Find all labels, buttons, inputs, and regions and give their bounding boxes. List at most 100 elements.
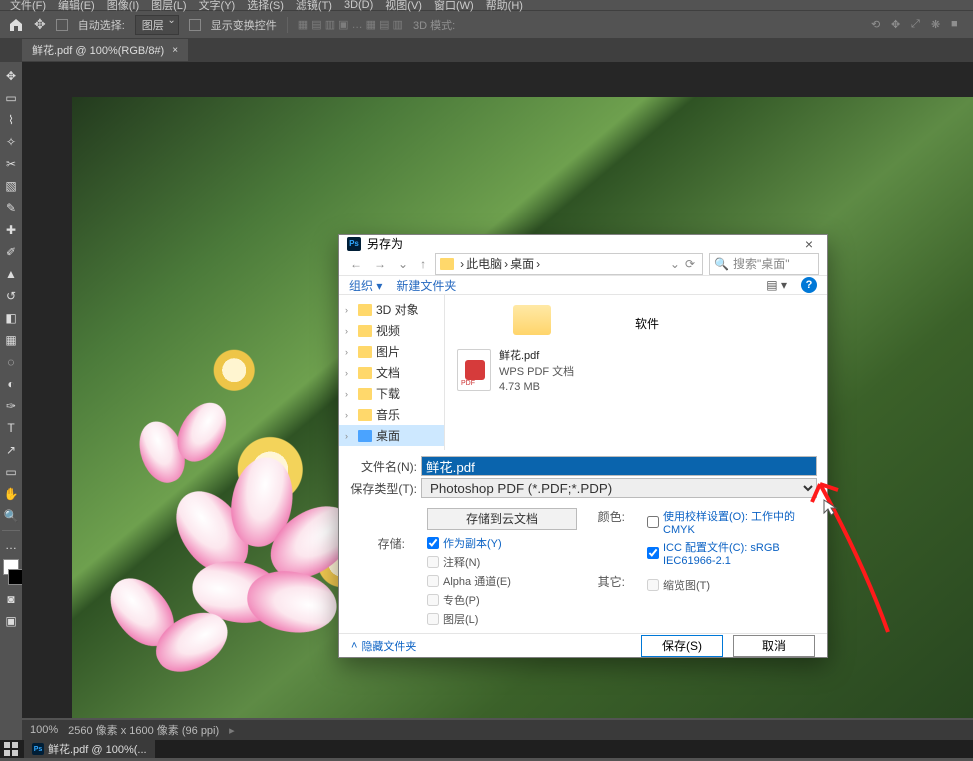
folder-icon <box>358 430 372 442</box>
tree-item-documents[interactable]: ›文档 <box>339 362 444 383</box>
eraser-tool-icon[interactable]: ◧ <box>1 308 21 328</box>
folder-name: 软件 <box>635 315 659 332</box>
folder-icon <box>358 346 372 358</box>
menu-window[interactable]: 窗口(W) <box>434 0 474 13</box>
frame-tool-icon[interactable]: ▧ <box>1 176 21 196</box>
marquee-tool-icon[interactable]: ▭ <box>1 88 21 108</box>
brush-tool-icon[interactable]: ✐ <box>1 242 21 262</box>
pen-tool-icon[interactable]: ✑ <box>1 396 21 416</box>
layers-checkbox <box>427 613 439 625</box>
document-tab[interactable]: 鲜花.pdf @ 100%(RGB/8#) × <box>22 39 188 61</box>
screenmode-icon[interactable]: ▣ <box>1 611 21 631</box>
crop-tool-icon[interactable]: ✂ <box>1 154 21 174</box>
folder-tree: ›3D 对象 ›视频 ›图片 ›文档 ›下载 ›音乐 ›桌面 <box>339 295 445 450</box>
move-tool-icon[interactable]: ✥ <box>34 16 46 33</box>
menu-bar: 文件(F) 编辑(E) 图像(I) 图层(L) 文字(Y) 选择(S) 滤镜(T… <box>0 0 973 10</box>
crumb-desktop[interactable]: 桌面 <box>510 255 534 272</box>
windows-taskbar: Ps 鲜花.pdf @ 100%(... <box>0 740 973 758</box>
transform-controls-checkbox[interactable] <box>189 19 201 31</box>
blur-tool-icon[interactable]: ◌ <box>1 352 21 372</box>
menu-layer[interactable]: 图层(L) <box>151 0 186 13</box>
dodge-tool-icon[interactable]: ◐ <box>1 374 21 394</box>
edit-toolbar-icon[interactable]: … <box>1 535 21 555</box>
file-list[interactable]: 鲜花.pdf WPS PDF 文档 4.73 MB 软件 <box>445 295 827 450</box>
auto-select-checkbox[interactable] <box>56 19 68 31</box>
three-d-mode-label: 3D 模式: <box>413 17 455 33</box>
menu-type[interactable]: 文字(Y) <box>199 0 236 13</box>
spot-checkbox <box>427 594 439 606</box>
document-dimensions: 2560 像素 x 1600 像素 (96 ppi) <box>68 722 219 738</box>
close-tab-icon[interactable]: × <box>172 45 178 56</box>
tree-item-downloads[interactable]: ›下载 <box>339 383 444 404</box>
new-folder-button[interactable]: 新建文件夹 <box>396 277 456 294</box>
menu-filter[interactable]: 滤镜(T) <box>296 0 332 13</box>
tree-item-video[interactable]: ›视频 <box>339 320 444 341</box>
proof-checkbox[interactable] <box>647 516 659 528</box>
breadcrumb[interactable]: › 此电脑 › 桌面 › ⌄ ⟳ <box>435 253 703 275</box>
menu-3d[interactable]: 3D(D) <box>344 0 373 11</box>
history-brush-icon[interactable]: ↺ <box>1 286 21 306</box>
path-tool-icon[interactable]: ↗ <box>1 440 21 460</box>
quickmask-icon[interactable]: ◙ <box>1 589 21 609</box>
hide-folders-link[interactable]: ˄ 隐藏文件夹 <box>351 638 416 654</box>
search-input[interactable]: 🔍 搜索"桌面" <box>709 253 819 275</box>
layer-dropdown[interactable]: 图层 <box>135 15 179 35</box>
transform-controls-label: 显示变换控件 <box>211 17 277 33</box>
taskbar-photoshop-task[interactable]: Ps 鲜花.pdf @ 100%(... <box>24 740 155 758</box>
nav-forward-icon[interactable]: → <box>371 257 389 271</box>
align-icons: ▦ ▤ ▥ ▣ … ▦ ▤ ▥ <box>298 18 403 31</box>
as-copy-checkbox[interactable] <box>427 537 439 549</box>
photoshop-icon: Ps <box>32 743 44 755</box>
status-chevron-icon[interactable] <box>229 724 235 737</box>
menu-file[interactable]: 文件(F) <box>10 0 46 13</box>
windows-start-icon[interactable] <box>4 742 18 756</box>
heal-tool-icon[interactable]: ✚ <box>1 220 21 240</box>
wand-tool-icon[interactable]: ✧ <box>1 132 21 152</box>
hand-tool-icon[interactable]: ✋ <box>1 484 21 504</box>
cancel-button[interactable]: 取消 <box>733 635 815 657</box>
view-mode-icon[interactable]: ▤ ▾ <box>766 278 787 292</box>
save-to-cloud-button[interactable]: 存储到云文档 <box>427 508 577 530</box>
nav-back-icon[interactable]: ← <box>347 257 365 271</box>
type-tool-icon[interactable]: T <box>1 418 21 438</box>
dialog-titlebar[interactable]: Ps 另存为 × <box>339 235 827 253</box>
save-button[interactable]: 保存(S) <box>641 635 723 657</box>
lasso-tool-icon[interactable]: ⌇ <box>1 110 21 130</box>
dialog-nav: ← → ⌄ ↑ › 此电脑 › 桌面 › ⌄ ⟳ 🔍 搜索"桌面" <box>339 253 827 276</box>
save-as-dialog: Ps 另存为 × ← → ⌄ ↑ › 此电脑 › 桌面 › ⌄ ⟳ 🔍 搜索"桌… <box>338 234 828 658</box>
folder-icon <box>358 409 372 421</box>
help-icon[interactable]: ? <box>801 277 817 293</box>
organize-button[interactable]: 组织 ▾ <box>349 277 382 294</box>
folder-item-software[interactable] <box>457 301 607 339</box>
tree-item-pictures[interactable]: ›图片 <box>339 341 444 362</box>
filename-input[interactable] <box>421 456 817 476</box>
stamp-tool-icon[interactable]: ▲ <box>1 264 21 284</box>
move-tool-icon[interactable]: ✥ <box>1 66 21 86</box>
tree-item-3d[interactable]: ›3D 对象 <box>339 299 444 320</box>
pdf-icon <box>457 349 491 391</box>
menu-edit[interactable]: 编辑(E) <box>58 0 95 13</box>
zoom-tool-icon[interactable]: 🔍 <box>1 506 21 526</box>
dialog-close-button[interactable]: × <box>799 236 819 252</box>
file-item-pdf[interactable]: 鲜花.pdf WPS PDF 文档 4.73 MB <box>457 349 607 395</box>
menu-help[interactable]: 帮助(H) <box>486 0 523 13</box>
crumb-chevron-icon[interactable]: ⌄ <box>670 257 680 271</box>
nav-dropdown-icon[interactable]: ⌄ <box>395 257 411 271</box>
zoom-level[interactable]: 100% <box>30 724 58 736</box>
tree-item-music[interactable]: ›音乐 <box>339 404 444 425</box>
shape-tool-icon[interactable]: ▭ <box>1 462 21 482</box>
eyedropper-tool-icon[interactable]: ✎ <box>1 198 21 218</box>
menu-image[interactable]: 图像(I) <box>107 0 139 13</box>
icc-checkbox[interactable] <box>647 547 659 559</box>
folder-icon <box>513 305 551 335</box>
gradient-tool-icon[interactable]: ▦ <box>1 330 21 350</box>
crumb-computer[interactable]: 此电脑 <box>466 255 502 272</box>
alpha-checkbox <box>427 575 439 587</box>
filetype-select[interactable]: Photoshop PDF (*.PDF;*.PDP) <box>421 478 817 498</box>
menu-view[interactable]: 视图(V) <box>385 0 422 13</box>
tree-item-desktop[interactable]: ›桌面 <box>339 425 444 446</box>
home-icon[interactable] <box>8 17 24 33</box>
menu-select[interactable]: 选择(S) <box>247 0 284 13</box>
nav-up-icon[interactable]: ↑ <box>417 257 429 271</box>
nav-refresh-icon[interactable]: ⟳ <box>682 257 698 271</box>
